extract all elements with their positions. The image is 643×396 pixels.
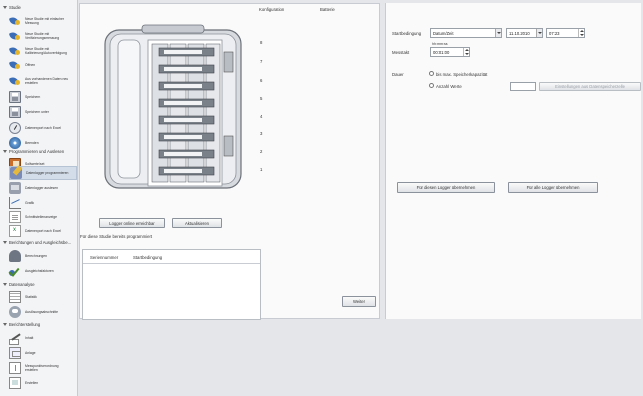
- duration-label: Dauer: [392, 72, 404, 77]
- logger-case-illustration: [104, 24, 242, 189]
- start-condition-select[interactable]: Datum/Zeit: [430, 28, 502, 38]
- sidebar-item-statistics[interactable]: Statistik: [9, 290, 77, 304]
- sidebar-item-attachment[interactable]: Anlage: [9, 346, 77, 360]
- sidebar-item-program-logger[interactable]: Datenlogger programmieren: [9, 166, 77, 180]
- shield-icon: [9, 59, 21, 71]
- logger-panel: Konfiguration Batterie 8 7 6 5 4 3 2 1 L…: [79, 3, 380, 320]
- sidebar-item-new-study-simple[interactable]: Neue Studie mit einfacher Messung: [9, 14, 77, 28]
- expand-icon: [3, 323, 7, 327]
- programmed-loggers-table[interactable]: Seriennummer Startbedingung: [82, 249, 261, 320]
- sidebar-section-program-read[interactable]: Programmieren und Auslesen: [3, 149, 64, 154]
- board-icon: [9, 347, 21, 359]
- interval-label: Messtakt: [392, 50, 410, 55]
- slot-number: 5: [260, 96, 263, 101]
- sidebar-item-graph[interactable]: Grafik: [9, 196, 77, 210]
- config2-icon: [9, 182, 21, 194]
- sidebar: Studie Neue Studie mit einfacher Messung…: [0, 0, 78, 396]
- sensor-icon: [9, 250, 21, 262]
- shield-icon: [9, 45, 21, 57]
- cloud-icon: [9, 306, 21, 318]
- sidebar-item-read-logger[interactable]: Datenlogger auslesen: [9, 181, 77, 195]
- sidebar-item-export-excel-2[interactable]: Datenexport nach Excel: [9, 224, 77, 238]
- search-loggers-button[interactable]: Logger online erreichbar: [99, 218, 165, 228]
- sidebar-item-recreate[interactable]: Aus vorhandenen Daten neu erstellen: [9, 74, 77, 88]
- slot-number: 8: [260, 40, 263, 45]
- expand-icon: [3, 150, 7, 154]
- next-button[interactable]: Weiter: [342, 296, 376, 307]
- table-header-divider: [83, 263, 260, 264]
- radio-memory-capacity[interactable]: [429, 71, 434, 76]
- expand-icon: [3, 241, 7, 245]
- calendar-dropdown-icon[interactable]: [536, 29, 542, 37]
- slot-number: 6: [260, 78, 263, 83]
- time-field[interactable]: 07:23: [546, 28, 585, 38]
- floppy-icon: [9, 91, 21, 103]
- sidebar-item-compensation-factors[interactable]: Ausgleichsfaktoren: [9, 264, 77, 278]
- sidebar-item-content[interactable]: Inhalt: [9, 331, 77, 345]
- start-condition-label: Startbedingung: [392, 31, 422, 36]
- sidebar-item-new-study-calibration[interactable]: Neue Studie mit Kalibrierung/Autoverfolg…: [9, 44, 77, 58]
- sidebar-item-trigger-sections[interactable]: Auslösungsabschnitte: [9, 305, 77, 319]
- shield-icon: [9, 15, 21, 27]
- gauge-icon: [9, 122, 21, 134]
- chevron-down-icon: [495, 29, 501, 37]
- sidebar-item-open[interactable]: Öffnen: [9, 58, 77, 72]
- column-header-start-condition: Startbedingung: [133, 255, 163, 260]
- sidebar-item-new-study-verification[interactable]: Neue Studie mit Verifizierungsmessung: [9, 29, 77, 43]
- radio-memory-label: bis max. Speicherkapazität: [436, 72, 488, 77]
- configuration-header: Konfiguration: [259, 7, 285, 12]
- config-icon: [10, 167, 22, 179]
- table-icon: [9, 291, 21, 303]
- apply-this-logger-button[interactable]: Für diesen Logger übernehmen: [397, 182, 495, 193]
- sidebar-item-save[interactable]: Speichern: [9, 90, 77, 104]
- apply-all-loggers-button[interactable]: Für alle Logger übernehmen: [508, 182, 598, 193]
- interval-field[interactable]: 00:01:00: [430, 47, 470, 57]
- expand-icon: [3, 6, 7, 10]
- value-count-field[interactable]: [510, 82, 536, 91]
- sidebar-item-measure-point-plan[interactable]: Messpunktverordnung erstellen: [9, 361, 77, 375]
- programmed-caption: Für diese Studie bereits programmiert: [80, 234, 153, 239]
- sidebar-section-calculations[interactable]: Berichtungen und Ausgleichsbe...: [3, 240, 71, 245]
- sidebar-item-exit[interactable]: Beenden: [9, 136, 77, 150]
- slot-number: 4: [260, 114, 263, 119]
- shield-icon: [9, 30, 21, 42]
- graph-icon: [9, 197, 21, 209]
- expand-icon: [3, 283, 7, 287]
- pen-icon: [9, 332, 21, 345]
- column-header-serial: Seriennummer: [90, 255, 119, 260]
- sidebar-item-export-excel[interactable]: Datenexport nach Excel: [9, 121, 77, 135]
- sheet-icon: [9, 377, 21, 389]
- floppy-icon: [9, 106, 21, 118]
- shield-icon: [9, 75, 21, 87]
- battery-header: Batterie: [320, 7, 335, 12]
- slot-number: 3: [260, 131, 263, 136]
- sidebar-item-save-as[interactable]: Speichern unter: [9, 105, 77, 119]
- slot-number: 7: [260, 59, 263, 64]
- spinner-icon[interactable]: [578, 29, 584, 37]
- check-icon: [9, 265, 21, 277]
- xls-icon: [9, 225, 21, 237]
- sidebar-section-data-analysis[interactable]: Datenanalyse: [3, 282, 35, 287]
- present-icon: [9, 362, 21, 374]
- interval-units: hh:mm:ss: [432, 42, 448, 46]
- doc-icon: [9, 211, 21, 223]
- sidebar-section-study[interactable]: Studie: [3, 5, 21, 10]
- refresh-button[interactable]: Aktualisieren: [172, 218, 222, 228]
- slot-number: 2: [260, 149, 263, 154]
- sidebar-section-reporting[interactable]: Berichterstellung: [3, 322, 40, 327]
- date-picker[interactable]: 11.10.2010: [506, 28, 543, 38]
- sidebar-item-create[interactable]: Erstellen: [9, 376, 77, 390]
- slot-number: 1: [260, 167, 263, 172]
- radio-value-count[interactable]: [429, 83, 434, 88]
- spinner-icon[interactable]: [463, 48, 469, 56]
- disc-icon: [9, 137, 21, 149]
- radio-count-label: Anzahl Werte: [436, 84, 462, 89]
- sidebar-item-interface-display[interactable]: Schnittstellenanzeige: [9, 210, 77, 224]
- load-logger-settings-button[interactable]: Einstellungen aus Datenspeicherzelle: [539, 82, 641, 91]
- sidebar-item-calculations[interactable]: Berechnungen: [9, 249, 77, 263]
- settings-panel: Startbedingung Datum/Zeit 11.10.2010 07:…: [385, 3, 641, 319]
